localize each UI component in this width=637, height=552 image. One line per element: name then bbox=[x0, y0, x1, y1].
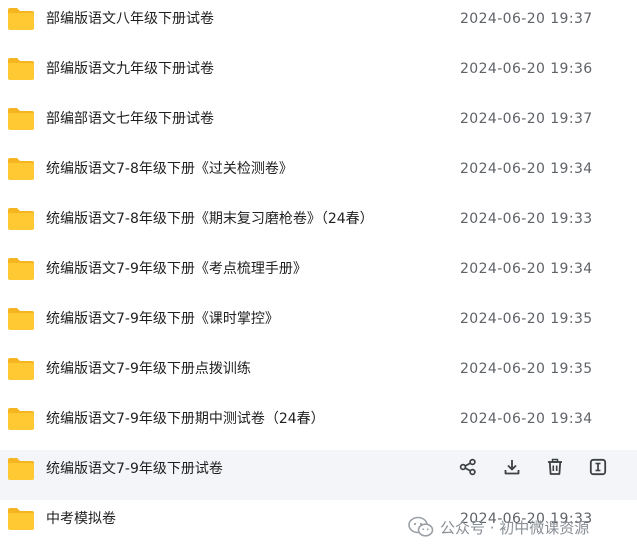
file-name[interactable]: 统编版语文7-8年级下册《过关检测卷》 bbox=[46, 159, 293, 179]
file-row[interactable]: 部编版语文八年级下册试卷 2024-06-20 19:37 bbox=[0, 0, 637, 50]
rename-icon bbox=[589, 458, 607, 480]
folder-icon bbox=[7, 56, 35, 82]
file-row[interactable]: 部编部语文七年级下册试卷 2024-06-20 19:37 bbox=[0, 100, 637, 150]
watermark: 公众号 · 初中微课资源 bbox=[408, 512, 589, 542]
folder-icon bbox=[7, 306, 35, 332]
file-row[interactable]: 统编版语文7-9年级下册《课时掌控》 2024-06-20 19:35 bbox=[0, 300, 637, 350]
delete-icon bbox=[546, 458, 564, 480]
file-name[interactable]: 中考模拟卷 bbox=[46, 509, 116, 529]
file-date: 2024-06-20 19:34 bbox=[460, 261, 593, 277]
file-date: 2024-06-20 19:37 bbox=[460, 11, 593, 27]
file-name[interactable]: 统编版语文7-9年级下册《课时掌控》 bbox=[46, 309, 279, 329]
file-row[interactable]: 部编版语文九年级下册试卷 2024-06-20 19:36 bbox=[0, 50, 637, 100]
file-name[interactable]: 统编版语文7-9年级下册《考点梳理手册》 bbox=[46, 259, 307, 279]
folder-icon bbox=[7, 356, 35, 382]
file-name[interactable]: 部编版语文九年级下册试卷 bbox=[46, 59, 214, 79]
file-name[interactable]: 统编版语文7-9年级下册点拨训练 bbox=[46, 359, 251, 379]
folder-icon bbox=[7, 106, 35, 132]
file-list: 部编版语文八年级下册试卷 2024-06-20 19:37 部编版语文九年级下册试卷… bbox=[0, 0, 637, 552]
file-name[interactable]: 部编部语文七年级下册试卷 bbox=[46, 109, 214, 129]
download-icon bbox=[503, 458, 521, 480]
watermark-text: 公众号 · 初中微课资源 bbox=[440, 518, 590, 537]
file-date: 2024-06-20 19:34 bbox=[460, 411, 593, 427]
file-date: 2024-06-20 19:37 bbox=[460, 111, 593, 127]
delete-button[interactable] bbox=[542, 456, 568, 482]
file-date: 2024-06-20 19:36 bbox=[460, 61, 593, 77]
file-row[interactable]: 统编版语文7-8年级下册《过关检测卷》 2024-06-20 19:34 bbox=[0, 150, 637, 200]
file-row[interactable]: 统编版语文7-9年级下册试卷 bbox=[0, 450, 637, 500]
folder-icon bbox=[7, 456, 35, 482]
file-row[interactable]: 统编版语文7-9年级下册期中测试卷（24春） 2024-06-20 19:34 bbox=[0, 400, 637, 450]
folder-icon bbox=[7, 406, 35, 432]
wechat-icon bbox=[408, 516, 434, 538]
file-row[interactable]: 统编版语文7-9年级下册《考点梳理手册》 2024-06-20 19:34 bbox=[0, 250, 637, 300]
share-icon bbox=[459, 458, 477, 480]
file-row[interactable]: 统编版语文7-8年级下册《期末复习磨枪卷》（24春） 2024-06-20 19:… bbox=[0, 200, 637, 250]
folder-icon bbox=[7, 156, 35, 182]
file-date: 2024-06-20 19:35 bbox=[460, 311, 593, 327]
folder-icon bbox=[7, 206, 35, 232]
file-date: 2024-06-20 19:35 bbox=[460, 361, 593, 377]
file-name[interactable]: 部编版语文八年级下册试卷 bbox=[46, 9, 214, 29]
file-name[interactable]: 统编版语文7-9年级下册试卷 bbox=[46, 459, 223, 479]
file-date: 2024-06-20 19:34 bbox=[460, 161, 593, 177]
file-row[interactable]: 统编版语文7-9年级下册点拨训练 2024-06-20 19:35 bbox=[0, 350, 637, 400]
file-name[interactable]: 统编版语文7-9年级下册期中测试卷（24春） bbox=[46, 409, 325, 429]
folder-icon bbox=[7, 506, 35, 532]
share-button[interactable] bbox=[455, 456, 481, 482]
download-button[interactable] bbox=[499, 456, 525, 482]
rename-button[interactable] bbox=[585, 456, 611, 482]
file-date: 2024-06-20 19:33 bbox=[460, 211, 593, 227]
file-name[interactable]: 统编版语文7-8年级下册《期末复习磨枪卷》（24春） bbox=[46, 209, 374, 229]
folder-icon bbox=[7, 6, 35, 32]
folder-icon bbox=[7, 256, 35, 282]
